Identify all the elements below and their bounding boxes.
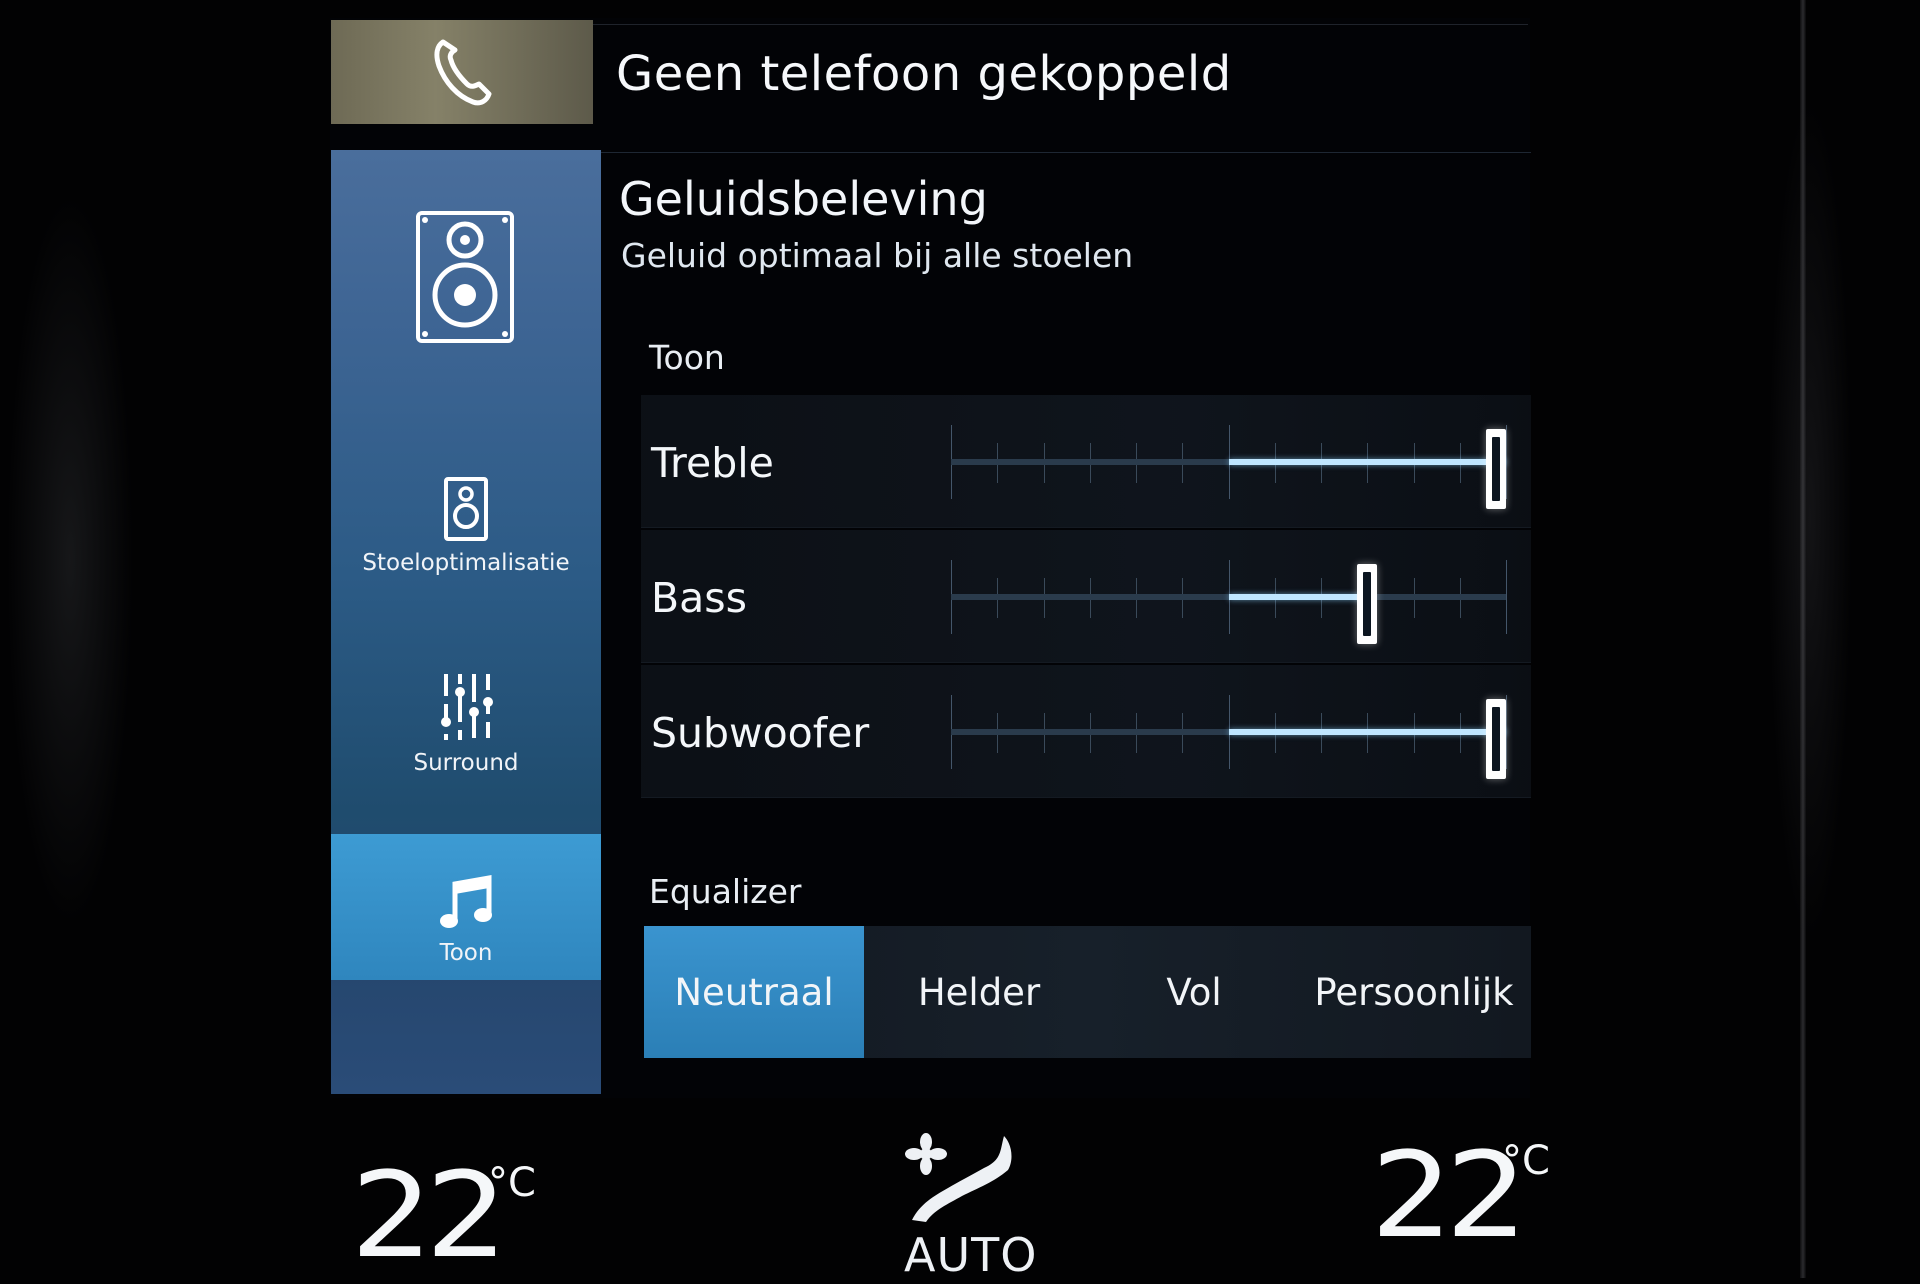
driver-temperature[interactable]: 22 [350, 1146, 507, 1284]
nav-item-seat-optimization[interactable]: Stoeloptimalisatie [331, 476, 601, 576]
slider-tick [1506, 425, 1507, 499]
nav-item-surround[interactable]: Surround [331, 672, 601, 776]
slider-label: Subwoofer [651, 709, 870, 757]
slider-fill [1228, 594, 1368, 600]
sound-settings-panel: Geluidsbeleving Geluid optimaal bij alle… [601, 150, 1531, 1094]
slider-handle[interactable] [1486, 699, 1506, 779]
slider-fill [1228, 729, 1506, 735]
slider-handle[interactable] [1357, 564, 1378, 644]
slider-track[interactable] [951, 594, 1506, 600]
slider-tick [1506, 560, 1507, 634]
slider-label: Treble [651, 439, 774, 487]
slider-row-subwoofer[interactable]: Subwoofer [641, 665, 1531, 798]
eq-option-neutraal[interactable]: Neutraal [644, 926, 864, 1058]
slider-row-bass[interactable]: Bass [641, 530, 1531, 663]
climate-bar: 22 °C AUTO 22 °C [330, 1100, 1550, 1284]
slider-label: Bass [651, 574, 747, 622]
phone-icon [434, 39, 492, 106]
bezel-edge [1800, 0, 1806, 1278]
nav-item-label: Stoeloptimalisatie [362, 550, 570, 576]
eq-option-helder[interactable]: Helder [869, 926, 1089, 1058]
phone-tile[interactable] [331, 20, 593, 124]
phone-status-text: Geen telefoon gekoppeld [616, 46, 1232, 102]
panel-divider [601, 152, 1531, 153]
climate-airflow-icon[interactable] [904, 1130, 1014, 1226]
nav-item-tone[interactable]: Toon [331, 834, 601, 980]
equalizer-section-label: Equalizer [649, 872, 802, 911]
nav-item-label: Toon [439, 940, 493, 966]
page-title: Geluidsbeleving [619, 172, 988, 226]
eq-option-vol[interactable]: Vol [1084, 926, 1304, 1058]
page-subtitle[interactable]: Geluid optimaal bij alle stoelen [621, 236, 1133, 275]
music-note-icon [440, 875, 492, 928]
eq-option-persoonlijk[interactable]: Persoonlijk [1304, 926, 1524, 1058]
slider-row-treble[interactable]: Treble [641, 395, 1531, 528]
passenger-temp-unit: °C [1502, 1138, 1550, 1184]
slider-track[interactable] [951, 459, 1506, 465]
climate-mode-label[interactable]: AUTO [904, 1228, 1037, 1282]
nav-item-label: Surround [413, 750, 519, 776]
passenger-temperature[interactable]: 22 [1370, 1126, 1527, 1264]
phone-status-bar[interactable]: Geen telefoon gekoppeld [331, 20, 1531, 124]
tone-section-label: Toon [649, 338, 725, 377]
slider-handle[interactable] [1486, 429, 1506, 509]
seat-speaker-icon [444, 477, 488, 541]
sound-nav-sidebar: Stoeloptimalisatie Surround Toon [331, 150, 601, 1094]
surround-sliders-icon [441, 674, 493, 740]
equalizer-selector: Neutraal Helder Vol Persoonlijk [644, 926, 1531, 1058]
phone-bar-divider [593, 24, 1528, 25]
slider-track[interactable] [951, 729, 1506, 735]
driver-temp-unit: °C [488, 1160, 536, 1206]
slider-tick [1506, 695, 1507, 769]
speaker-icon [416, 211, 514, 343]
slider-fill [1228, 459, 1506, 465]
